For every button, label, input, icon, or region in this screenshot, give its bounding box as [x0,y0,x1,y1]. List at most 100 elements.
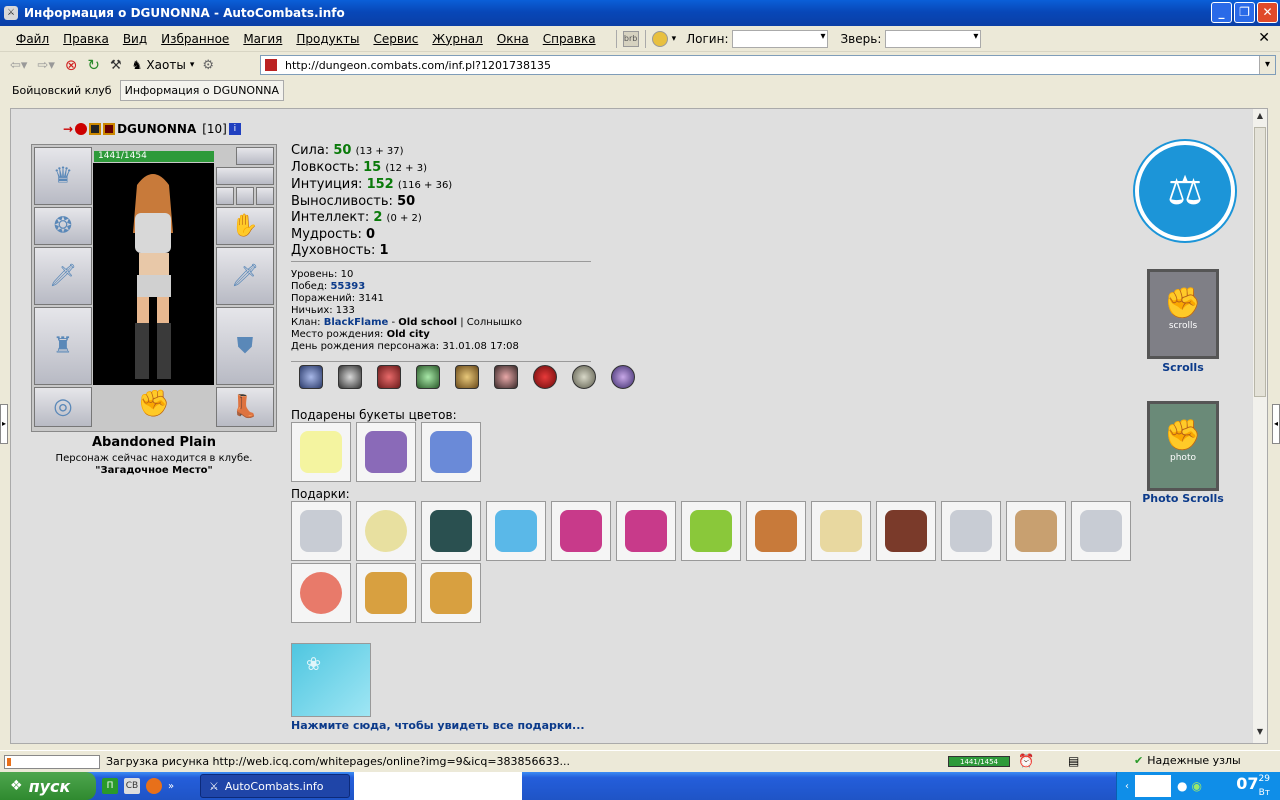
quicklaunch-more-icon[interactable]: » [168,781,174,792]
necklace-slot[interactable]: ❂ [34,207,92,245]
brb-icon[interactable]: brb [622,30,639,47]
start-button[interactable]: ❖ пуск [0,772,96,800]
shield-icon[interactable] [338,365,362,389]
chaos-button[interactable]: Хаоты [146,58,185,72]
taskbar-window-button[interactable]: ⚔ AutoCombats.info [200,774,350,798]
forward-arrow-icon[interactable]: ⇨▾ [37,58,54,73]
gift-item[interactable] [291,563,351,623]
gift-item[interactable] [681,501,741,561]
ring-row-slot[interactable] [216,167,274,185]
gift-item[interactable] [1006,501,1066,561]
menu-file[interactable]: Файл [16,32,49,46]
menu-favorites[interactable]: Избранное [161,32,229,46]
coin-dropdown-icon[interactable]: ▾ [672,34,677,44]
scroll-up-icon[interactable]: ▲ [1254,111,1266,125]
leggings-slot[interactable]: ⛊ [216,307,274,385]
quicklaunch-icon[interactable]: П [102,778,118,794]
menu-help[interactable]: Справка [543,32,596,46]
back-arrow-icon[interactable]: ⇦▾ [10,58,27,73]
gift-item[interactable] [486,501,546,561]
network-icon[interactable]: ▤ [1068,754,1079,768]
refresh-icon[interactable]: ↻ [87,56,100,74]
balance-icon[interactable]: ⚖ [1135,141,1235,241]
earring-slot[interactable] [236,147,274,165]
shield-icon[interactable] [377,365,401,389]
flower-bouquet[interactable] [291,422,351,482]
alarm-clock-icon[interactable]: ⏰ [1018,754,1034,769]
gift-item[interactable] [616,501,676,561]
login-select[interactable] [732,29,829,48]
menu-magic[interactable]: Магия [243,32,282,46]
scroll-thumb[interactable] [1254,127,1266,397]
tools-icon[interactable]: ⚒ [110,58,122,73]
menu-edit[interactable]: Правка [63,32,109,46]
quicklaunch-icon[interactable]: СВ [124,778,140,794]
photo-scrolls-link[interactable]: Photo Scrolls [1137,492,1229,505]
boots-slot[interactable]: 👢 [216,387,274,427]
close-button[interactable]: ✕ [1257,2,1278,23]
scroll-down-icon[interactable]: ▼ [1254,727,1266,741]
menu-service[interactable]: Сервис [373,32,418,46]
ring-slot-3[interactable] [256,187,274,205]
stop-icon[interactable]: ⊗ [65,56,78,74]
coin-icon[interactable] [651,30,668,47]
armor-slot[interactable]: ♜ [34,307,92,385]
photo-scrolls-banner[interactable]: ✊ photo [1147,401,1219,491]
scrolls-link[interactable]: Scrolls [1147,361,1219,374]
gift-item[interactable] [1071,501,1131,561]
menu-products[interactable]: Продукты [296,32,359,46]
minimize-button[interactable]: _ [1211,2,1232,23]
medal-icon[interactable] [611,365,635,389]
scrolls-banner[interactable]: ✊ scrolls [1147,269,1219,359]
gift-item[interactable] [551,501,611,561]
gear-icon[interactable]: ⚙ [202,58,214,73]
left-panel-arrow-icon[interactable]: ▸ [0,404,8,444]
medal-icon[interactable] [572,365,596,389]
shield-icon[interactable] [416,365,440,389]
address-bar[interactable]: http://dungeon.combats.com/inf.pl?120173… [260,55,1276,75]
menu-journal[interactable]: Журнал [432,32,483,46]
flower-bouquet[interactable] [356,422,416,482]
address-dropdown-icon[interactable]: ▾ [1259,56,1275,74]
gift-item[interactable] [356,563,416,623]
left-weapon-slot[interactable]: 🗡 [34,247,92,305]
gift-item[interactable] [421,563,481,623]
shield-icon[interactable] [299,365,323,389]
chaos-dropdown-icon[interactable]: ▾ [190,60,195,70]
maximize-button[interactable]: ❐ [1234,2,1255,23]
tray-icon[interactable]: ◉ [1191,779,1201,793]
vertical-scrollbar[interactable]: ▲ ▼ [1252,109,1267,743]
gift-item[interactable] [291,501,351,561]
gift-item[interactable] [356,501,416,561]
right-weapon-slot[interactable]: 🗡 [216,247,274,305]
belt-slot[interactable]: ◎ [34,387,92,427]
firefox-icon[interactable] [146,778,162,794]
clan-emblem-icon[interactable] [103,123,116,135]
tab-character-info[interactable]: Информация о DGUNONNA [119,79,285,101]
pet-select[interactable] [885,29,982,48]
right-panel-arrow-icon[interactable]: ◂ [1272,404,1280,444]
shield-icon[interactable] [494,365,518,389]
ring-slot-2[interactable] [236,187,254,205]
gift-item[interactable] [746,501,806,561]
gift-item[interactable] [421,501,481,561]
medal-icon[interactable] [533,365,557,389]
tray-icon[interactable]: ● [1177,779,1187,793]
menu-windows[interactable]: Окна [497,32,529,46]
gift-item[interactable] [876,501,936,561]
clan-link[interactable]: BlackFlame [324,317,389,328]
menu-close-icon[interactable]: ✕ [1258,30,1270,46]
tray-arrow-icon[interactable]: ‹ [1125,781,1129,792]
menu-view[interactable]: Вид [123,32,147,46]
greeting-card[interactable]: ❀ [291,643,371,717]
info-icon[interactable]: i [228,123,241,135]
tab-fight-club[interactable]: Бойцовский клуб [8,81,116,100]
see-all-gifts-link[interactable]: Нажмите сюда, чтобы увидеть все подарки.… [291,719,585,732]
gift-item[interactable] [811,501,871,561]
flower-bouquet[interactable] [421,422,481,482]
gloves-slot[interactable]: ✋ [216,207,274,245]
helmet-slot[interactable]: ♛ [34,147,92,205]
gift-item[interactable] [941,501,1001,561]
ring-slot-1[interactable] [216,187,234,205]
shield-icon[interactable] [455,365,479,389]
